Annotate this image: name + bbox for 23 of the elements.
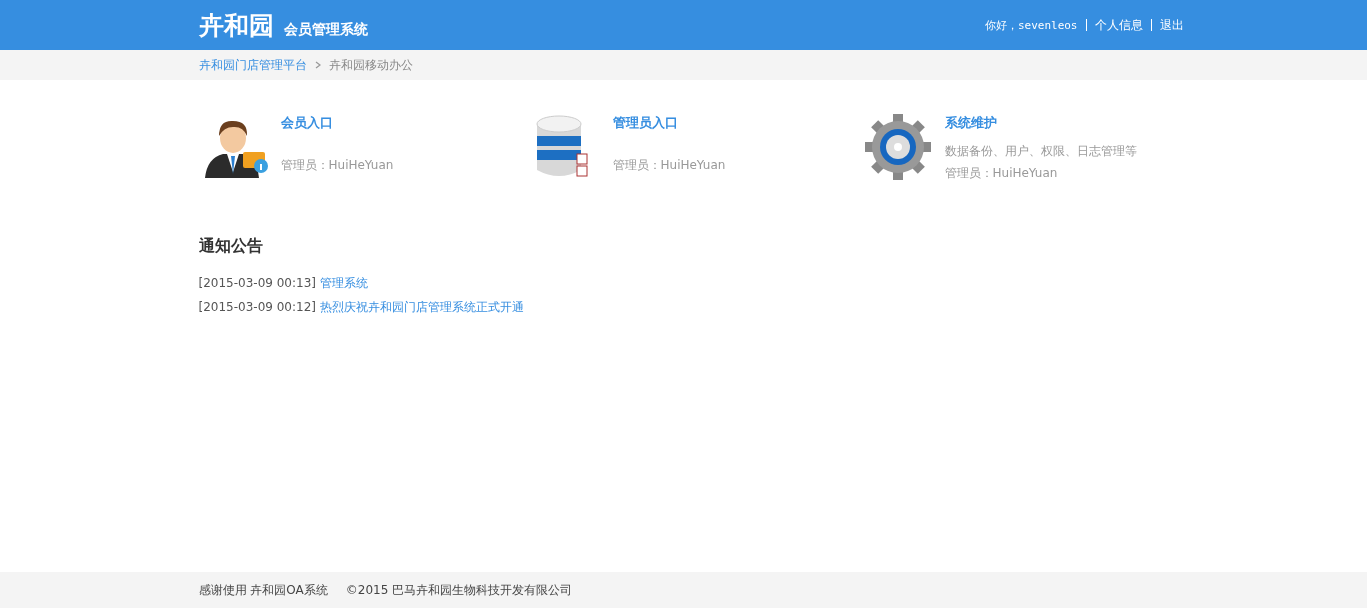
header-link[interactable]: 个人信息 — [1085, 19, 1151, 31]
entry-link[interactable]: 系统维护 — [944, 114, 1137, 132]
chevron-icon — [314, 61, 321, 69]
breadcrumb-link[interactable]: 卉和园门店管理平台 — [198, 56, 307, 74]
entry-description: 数据备份、用户、权限、日志管理等 — [944, 143, 1137, 160]
admin-label: 管理员：HuiHeYuan — [944, 165, 1059, 182]
entry-link[interactable]: 会员入口 — [280, 114, 394, 132]
footer-thanks: 感谢使用 卉和园OA系统 — [198, 581, 328, 599]
admin-label: 管理员：HuiHeYuan — [612, 157, 726, 174]
greeting: 你好，sevenleos — [984, 17, 1079, 33]
entry-link[interactable]: 管理员入口 — [612, 114, 726, 132]
section-title: 通知公告 — [198, 236, 264, 257]
system-title: 会员管理系统 — [283, 20, 368, 39]
notice-link[interactable]: 热烈庆祝卉和园门店管理系统正式开通 — [320, 295, 524, 319]
logo: 卉和园 — [198, 9, 274, 42]
notice-time: [2015-03-09 00:12] — [198, 299, 316, 316]
notice-link[interactable]: 管理系统 — [320, 271, 368, 295]
copyright: ©2015 巴马卉和园生物科技开发有限公司 — [345, 581, 573, 599]
current-page-label: 卉和园移动办公 — [328, 56, 413, 74]
admin-label: 管理员：HuiHeYuan — [280, 157, 394, 174]
header-link[interactable]: 退出 — [1150, 19, 1184, 31]
gear-icon — [862, 112, 933, 182]
notice-time: [2015-03-09 00:13] — [198, 275, 316, 292]
